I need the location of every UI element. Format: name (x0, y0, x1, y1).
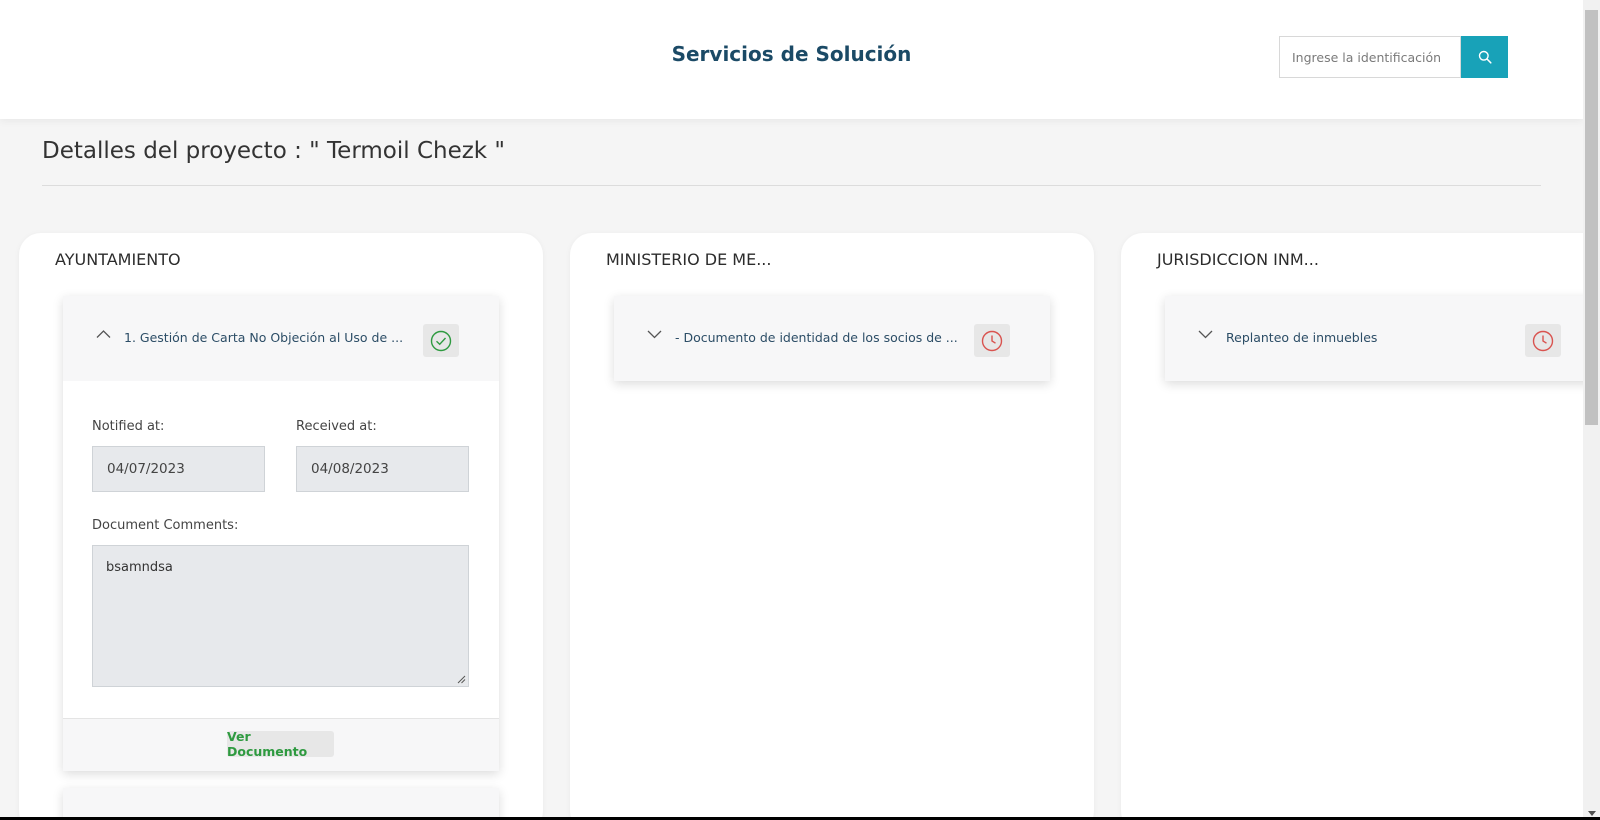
card-header[interactable]: - Documento de identidad de los socios d… (614, 296, 1050, 381)
document-card-collapsed[interactable] (63, 788, 499, 820)
search-icon (1478, 50, 1492, 64)
search-input[interactable] (1279, 36, 1461, 78)
card-title: - Documento de identidad de los socios d… (675, 330, 958, 345)
header: Servicios de Solución (0, 0, 1583, 119)
card-footer: Ver Documento (63, 718, 499, 771)
document-card: Replanteo de inmuebles (1165, 296, 1600, 381)
column-ministerio: MINISTERIO DE ME... - Documento de ident… (570, 233, 1094, 820)
scrollbar[interactable] (1583, 0, 1600, 820)
document-card: - Documento de identidad de los socios d… (614, 296, 1050, 381)
page-title: Detalles del proyecto : " Termoil Chezk … (42, 138, 506, 164)
column-ayuntamiento: AYUNTAMIENTO 1. Gestión de Carta No Obje… (19, 233, 543, 820)
column-jurisdiccion: JURISDICCION INM... Replanteo de inmuebl… (1121, 233, 1600, 820)
column-title: JURISDICCION INM... (1157, 250, 1319, 269)
comments-textarea[interactable]: bsamndsa (92, 545, 469, 687)
comments-text: bsamndsa (106, 560, 173, 575)
view-document-button[interactable]: Ver Documento (227, 729, 334, 759)
status-button[interactable] (423, 324, 459, 357)
notified-label: Notified at: (92, 419, 165, 434)
chevron-down-icon[interactable] (647, 329, 662, 339)
chevron-down-icon[interactable] (1198, 329, 1213, 339)
column-title: AYUNTAMIENTO (55, 250, 181, 269)
column-title: MINISTERIO DE ME... (606, 250, 772, 269)
search-button[interactable] (1461, 36, 1508, 78)
card-header[interactable]: 1. Gestión de Carta No Objeción al Uso d… (63, 296, 499, 381)
card-header[interactable]: Replanteo de inmuebles (1165, 296, 1600, 381)
received-label: Received at: (296, 419, 377, 434)
resize-handle-icon[interactable] (456, 674, 466, 684)
check-circle-icon (430, 330, 452, 351)
status-button[interactable] (974, 324, 1010, 357)
clock-icon (1532, 330, 1554, 351)
card-title: Replanteo de inmuebles (1226, 330, 1378, 345)
comments-label: Document Comments: (92, 518, 239, 533)
card-body: Notified at: 04/07/2023 Received at: 04/… (63, 381, 499, 718)
received-date-field[interactable]: 04/08/2023 (296, 446, 469, 492)
divider (42, 185, 1541, 186)
document-card: 1. Gestión de Carta No Objeción al Uso d… (63, 296, 499, 771)
clock-icon (981, 330, 1003, 351)
scroll-down-arrow-icon[interactable] (1588, 811, 1596, 816)
notified-date-field[interactable]: 04/07/2023 (92, 446, 265, 492)
chevron-up-icon[interactable] (96, 329, 111, 339)
status-button[interactable] (1525, 324, 1561, 357)
card-title: 1. Gestión de Carta No Objeción al Uso d… (124, 330, 404, 345)
scrollbar-thumb[interactable] (1585, 10, 1598, 425)
